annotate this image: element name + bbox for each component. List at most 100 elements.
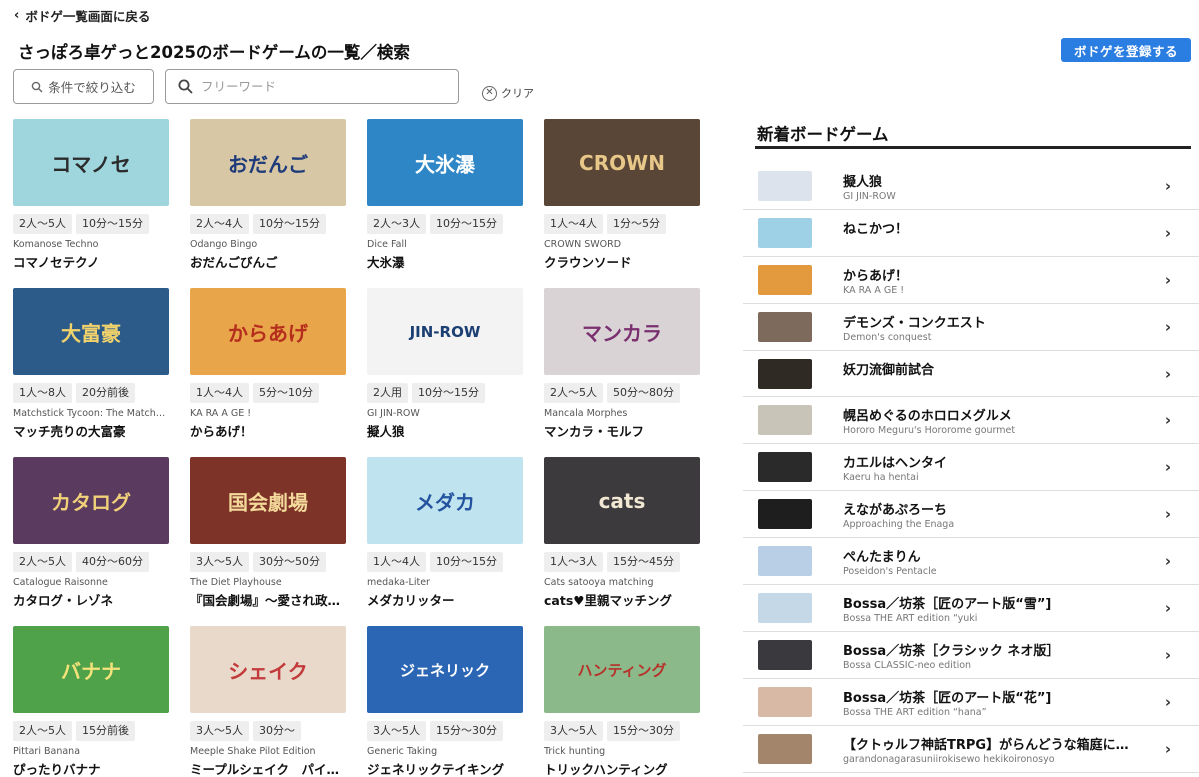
new-game-subtitle: Bossa THE ART edition “yuki	[843, 613, 978, 625]
players-tag: 1人〜4人	[190, 383, 249, 403]
new-game-title: 擬人狼	[843, 175, 883, 190]
new-game-title: Bossa／坊茶［匠のアート版“雪”]	[843, 597, 1052, 613]
new-game-item[interactable]: デモンズ・コンクエスト Demon's conquest ›	[743, 304, 1199, 351]
new-game-title: 妖刀流御前試合	[843, 362, 935, 378]
game-thumbnail[interactable]: からあげ	[190, 288, 346, 375]
new-game-text: Bossa／坊茶［クラシック ネオ版］ Bossa CLASSIC-neo ed…	[843, 640, 1153, 671]
new-game-item[interactable]: からあげ！ KA RA A GE ! ›	[743, 257, 1199, 304]
clear-button[interactable]: ✕ クリア	[482, 85, 534, 101]
game-subtitle: Matchstick Tycoon: The Match…	[13, 408, 166, 419]
game-title[interactable]: 大氷瀑	[367, 252, 524, 271]
game-card[interactable]: からあげ 1人〜4人 5分〜10分 KA RA A GE ! からあげ！	[190, 288, 347, 440]
game-title[interactable]: おだんごびんご	[190, 252, 347, 271]
game-thumbnail[interactable]: CROWN	[544, 119, 700, 206]
new-game-item[interactable]: 【クトゥルフ神話TRPG】がらんどうな箱庭に… garandonagarasun…	[743, 726, 1199, 773]
game-card[interactable]: メダカ 1人〜4人 10分〜15分 medaka-Liter メダカリッター	[367, 457, 524, 609]
game-title[interactable]: トリックハンティング	[544, 759, 701, 777]
freeword-search-input[interactable]	[201, 79, 441, 94]
game-thumbnail[interactable]: ハンティング	[544, 626, 700, 713]
back-to-list-link[interactable]: ‹ ボドゲ一覧画面に戻る	[14, 6, 150, 25]
game-title[interactable]: からあげ！	[190, 421, 347, 440]
new-game-title: えながあぷろーち	[843, 503, 948, 519]
new-game-item[interactable]: 擬人狼 GI JIN-ROW ›	[743, 163, 1199, 210]
new-game-item[interactable]: えながあぷろーち Approaching the Enaga ›	[743, 491, 1199, 539]
game-card[interactable]: cats 1人〜3人 15分〜45分 Cats satooya matching…	[544, 457, 701, 609]
new-game-thumbnail	[758, 170, 812, 201]
play-time-tag: 10分〜15分	[76, 214, 149, 234]
game-card[interactable]: シェイク 3人〜5人 30分〜 Meeple Shake Pilot Editi…	[190, 626, 347, 777]
game-card[interactable]: コマノセ 2人〜5人 10分〜15分 Komanose Techno コマノセテ…	[13, 119, 170, 271]
new-game-title: ねこかつ！	[843, 221, 909, 237]
game-thumbnail[interactable]: マンカラ	[544, 288, 700, 375]
players-tag: 2人〜4人	[190, 214, 249, 234]
game-title[interactable]: 擬人狼	[367, 421, 524, 440]
new-game-item[interactable]: カエルはヘンタイ Kaeru ha hentai ›	[743, 444, 1199, 492]
new-game-item[interactable]: Bossa／坊茶［匠のアート版“花”] Bossa THE ART editio…	[743, 679, 1199, 726]
game-thumbnail[interactable]: 大氷瀑	[367, 119, 523, 206]
game-thumbnail-art: cats	[598, 488, 646, 513]
register-game-button[interactable]: ボドゲを登録する	[1061, 38, 1191, 62]
new-game-item[interactable]: Bossa／坊茶［クラシック ネオ版］ Bossa CLASSIC-neo ed…	[743, 632, 1199, 679]
game-card[interactable]: ハンティング 3人〜5人 15分〜30分 Trick hunting トリックハ…	[544, 626, 701, 777]
new-game-subtitle: Bossa CLASSIC-neo edition	[843, 659, 972, 671]
game-card[interactable]: CROWN 1人〜4人 1分〜5分 CROWN SWORD クラウンソード	[544, 119, 701, 271]
game-tags: 3人〜5人 15分〜30分	[544, 721, 701, 741]
game-card[interactable]: 大富豪 1人〜8人 20分前後 Matchstick Tycoon: The M…	[13, 288, 170, 440]
game-title[interactable]: ぴったりバナナ	[13, 759, 170, 777]
game-thumbnail[interactable]: コマノセ	[13, 119, 169, 206]
game-card[interactable]: カタログ 2人〜5人 40分〜60分 Catalogue Raisonne カタ…	[13, 457, 170, 609]
new-game-item[interactable]: ねこかつ！ ›	[743, 210, 1199, 257]
game-card[interactable]: マンカラ 2人〜5人 50分〜80分 Mancala Morphes マンカラ・…	[544, 288, 701, 440]
game-thumbnail[interactable]: ジェネリック	[367, 626, 523, 713]
game-title[interactable]: 『国会劇場』〜愛され政…	[190, 590, 347, 609]
game-thumbnail[interactable]: おだんご	[190, 119, 346, 206]
new-game-item[interactable]: Bossa／坊茶［匠のアート版“雪”] Bossa THE ART editio…	[743, 585, 1199, 632]
game-thumbnail[interactable]: 大富豪	[13, 288, 169, 375]
game-subtitle: Catalogue Raisonne	[13, 577, 108, 588]
game-thumbnail[interactable]: シェイク	[190, 626, 346, 713]
game-thumbnail[interactable]: 国会劇場	[190, 457, 346, 544]
game-tags: 2人〜5人 15分前後	[13, 721, 170, 741]
new-game-item[interactable]: 幌呂めぐるのホロロメグルメ Hororo Meguru's Hororome g…	[743, 397, 1199, 445]
game-tags: 2人用 10分〜15分	[367, 383, 524, 403]
game-subtitle: Komanose Techno	[13, 239, 99, 250]
game-title[interactable]: cats♥里親マッチング	[544, 590, 701, 609]
game-title[interactable]: クラウンソード	[544, 252, 701, 271]
chevron-right-icon: ›	[1164, 645, 1171, 664]
game-title[interactable]: マッチ売りの大富豪	[13, 421, 170, 440]
new-game-text: 幌呂めぐるのホロロメグルメ Hororo Meguru's Hororome g…	[843, 405, 1153, 436]
game-title[interactable]: マンカラ・モルフ	[544, 421, 701, 440]
game-title[interactable]: カタログ・レゾネ	[13, 590, 170, 609]
game-thumbnail[interactable]: JIN-ROW	[367, 288, 523, 375]
game-card[interactable]: ジェネリック 3人〜5人 15分〜30分 Generic Taking ジェネリ…	[367, 626, 524, 777]
new-game-text: Bossa／坊茶［匠のアート版“花”] Bossa THE ART editio…	[843, 687, 1153, 718]
players-tag: 2人〜5人	[544, 383, 603, 403]
game-subtitle: GI JIN-ROW	[367, 408, 420, 419]
freeword-search-box[interactable]	[165, 69, 459, 104]
players-tag: 1人〜4人	[544, 214, 603, 234]
game-card[interactable]: 国会劇場 3人〜5人 30分〜50分 The Diet Playhouse 『国…	[190, 457, 347, 609]
game-thumbnail-art: マンカラ	[582, 321, 662, 345]
play-time-tag: 15分〜30分	[430, 721, 503, 741]
game-card[interactable]: おだんご 2人〜4人 10分〜15分 Odango Bingo おだんごびんご	[190, 119, 347, 271]
new-game-item[interactable]: ぺんたまりん Poseidon's Pentacle ›	[743, 538, 1199, 586]
new-game-text: 擬人狼 GI JIN-ROW	[843, 171, 1153, 202]
game-card[interactable]: 大氷瀑 2人〜3人 10分〜15分 Dice Fall 大氷瀑	[367, 119, 524, 271]
game-card[interactable]: JIN-ROW 2人用 10分〜15分 GI JIN-ROW 擬人狼	[367, 288, 524, 440]
game-thumbnail[interactable]: メダカ	[367, 457, 523, 544]
game-card[interactable]: バナナ 2人〜5人 15分前後 Pittari Banana ぴったりバナナ	[13, 626, 170, 777]
game-title[interactable]: コマノセテクノ	[13, 252, 170, 271]
game-thumbnail[interactable]: カタログ	[13, 457, 169, 544]
game-title[interactable]: メダカリッター	[367, 590, 524, 609]
new-game-subtitle: garandonagarasuniirokisewo hekikoironosy…	[843, 753, 1055, 765]
game-thumbnail[interactable]: cats	[544, 457, 700, 544]
game-title[interactable]: ジェネリックテイキング	[367, 759, 524, 777]
new-game-thumbnail	[758, 546, 812, 577]
game-subtitle: Dice Fall	[367, 239, 407, 250]
game-thumbnail[interactable]: バナナ	[13, 626, 169, 713]
filter-conditions-button[interactable]: 条件で絞り込む	[13, 69, 154, 104]
game-title[interactable]: ミープルシェイク パイ…	[190, 759, 347, 777]
new-game-title: 【クトゥルフ神話TRPG】がらんどうな箱庭に…	[843, 737, 1129, 753]
game-thumbnail-art: ハンティング	[577, 661, 667, 679]
new-game-item[interactable]: 妖刀流御前試合 ›	[743, 351, 1199, 398]
